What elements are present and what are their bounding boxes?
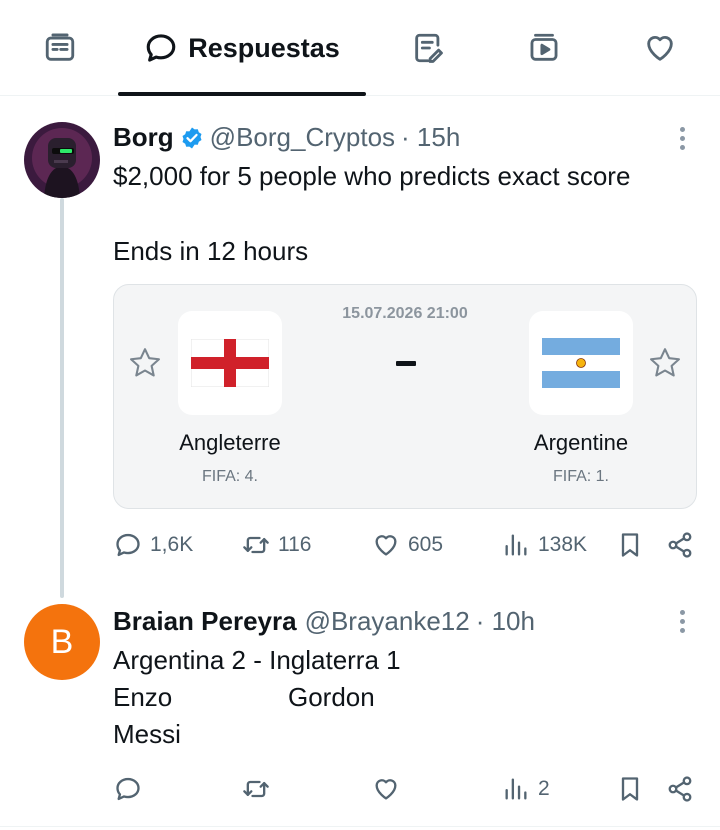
avatar-letter: B [50,622,74,661]
share-icon [668,532,692,558]
author-name[interactable]: Borg [113,122,174,153]
tab-respuestas[interactable]: Respuestas [118,0,366,96]
tab-respuestas-label: Respuestas [188,32,340,63]
england-flag-icon [191,339,269,387]
reply-header: Braian Pereyra @Brayanke12 · 10h [113,606,535,637]
tab-media[interactable] [506,0,582,96]
match-prediction-card[interactable]: 15.07.2026 21:00 Angleterre FIFA: 4. Arg… [113,284,697,509]
reply-count: 1,6K [150,533,194,556]
like-heart-icon [375,779,397,800]
more-options-icon[interactable] [677,127,687,154]
away-team-name: Argentine [533,430,629,455]
reply-like-action[interactable] [372,775,400,803]
reply-icon [116,777,140,801]
reply-author-handle[interactable]: @Brayanke12 [305,606,470,637]
article-edit-icon [415,33,443,63]
reply-more-options-icon[interactable] [677,610,687,637]
reply-icon [116,533,140,557]
argentina-flag-icon [542,338,620,388]
bottom-divider [0,826,720,827]
reply-views-action[interactable]: 2 [502,775,550,803]
like-action[interactable]: 605 [372,531,443,559]
score-separator [396,361,416,366]
reply-views-count: 2 [538,777,550,800]
bookmark-icon [621,777,639,801]
argentina-flag-box [529,311,633,415]
post-time: · 15h [401,122,461,152]
favorite-star-icon[interactable] [127,345,163,381]
repost-icon [243,780,269,798]
views-chart-icon [505,778,527,800]
active-tab-indicator [118,92,366,96]
thread-connector-line [60,198,64,598]
post-text-line-1: $2,000 for 5 people who predicts exact s… [113,161,631,191]
post-text-line-2: Ends in 12 hours [113,236,309,266]
repost-action[interactable]: 116 [242,531,311,559]
like-count: 605 [408,533,444,556]
reply-text-line-2a: Enzo [113,682,173,712]
reply-text-line-3: Messi [113,719,181,749]
share-icon [668,776,692,802]
tab-posts[interactable] [22,0,98,96]
reply-bubble-icon [146,34,176,62]
reply-bookmark-action[interactable] [616,775,644,803]
braian-avatar[interactable]: B [24,604,100,680]
posts-card-icon [45,33,75,61]
tab-articles[interactable] [390,0,466,96]
reply-time: · 10h [475,606,535,636]
bookmark-action[interactable] [616,531,644,559]
tab-likes[interactable] [622,0,698,96]
share-action[interactable] [666,531,694,559]
reply-text-line-1: Argentina 2 - Inglaterra 1 [113,645,401,675]
author-handle[interactable]: @Borg_Cryptos [210,122,395,153]
views-count: 138K [538,533,588,556]
reply-author-name[interactable]: Braian Pereyra [113,606,297,637]
reply-text-line-2b: Gordon [288,682,375,712]
reply-repost-action[interactable] [242,775,270,803]
england-flag-box [178,311,282,415]
reply-reply-action[interactable] [114,775,142,803]
views-action[interactable]: 138K [502,531,587,559]
like-heart-icon [375,535,397,556]
borg-avatar[interactable] [24,122,100,198]
reply-share-action[interactable] [666,775,694,803]
views-chart-icon [505,534,527,556]
post-header: Borg @Borg_Cryptos · 15h [113,122,460,153]
profile-tab-bar: Respuestas [0,0,720,96]
bookmark-icon [621,533,639,557]
away-team-rank: FIFA: 1. [552,468,609,485]
reply-action[interactable]: 1,6K [114,531,193,559]
media-play-icon [530,33,558,61]
heart-icon [647,36,673,61]
home-team-rank: FIFA: 4. [201,468,258,485]
verified-badge-icon [182,127,202,148]
favorite-star-icon[interactable] [647,345,683,381]
repost-count: 116 [278,533,312,556]
repost-icon [243,536,269,554]
home-team-name: Angleterre [179,430,281,455]
